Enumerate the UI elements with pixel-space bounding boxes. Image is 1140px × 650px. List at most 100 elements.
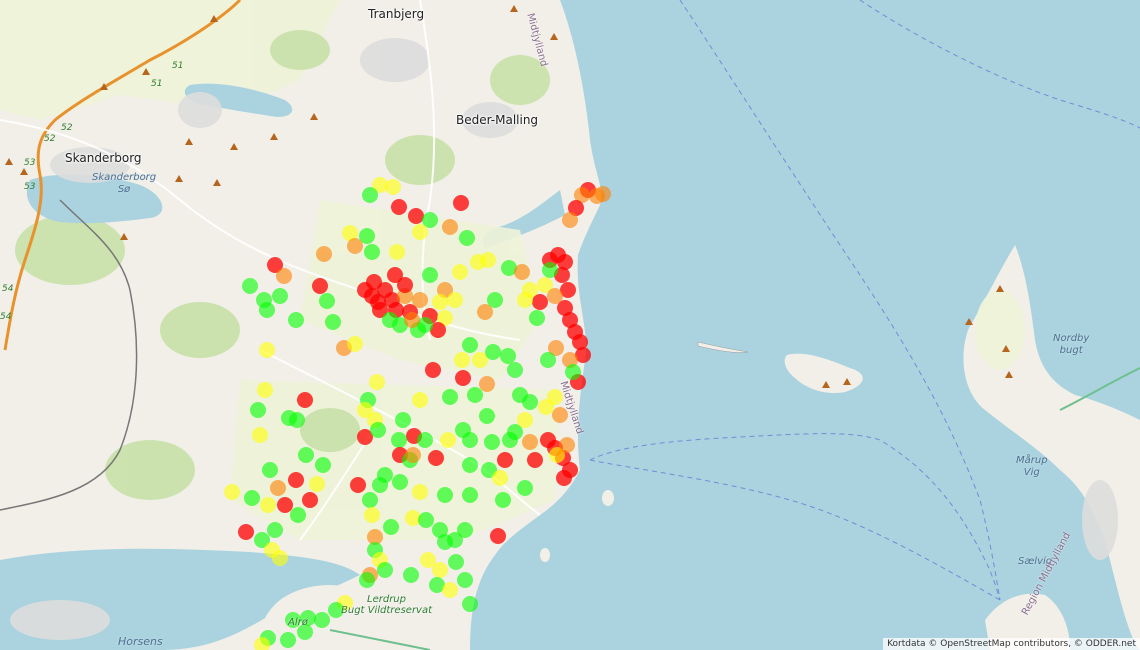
measurement-dot[interactable] [347,336,363,352]
measurement-dot[interactable] [405,447,421,463]
measurement-dot[interactable] [289,412,305,428]
measurement-dot[interactable] [487,292,503,308]
measurement-dot[interactable] [428,450,444,466]
measurement-dot[interactable] [455,370,471,386]
measurement-dot[interactable] [309,476,325,492]
measurement-dot[interactable] [417,432,433,448]
measurement-dot[interactable] [316,246,332,262]
measurement-dot[interactable] [479,408,495,424]
measurement-dot[interactable] [362,492,378,508]
measurement-dot[interactable] [452,264,468,280]
measurement-dot[interactable] [297,624,313,640]
measurement-dot[interactable] [364,507,380,523]
measurement-dot[interactable] [437,487,453,503]
measurement-dot[interactable] [500,348,516,364]
map-attribution[interactable]: Kortdata © OpenStreetMap contributors, ©… [883,638,1140,650]
measurement-dot[interactable] [382,312,398,328]
measurement-dot[interactable] [395,412,411,428]
measurement-dot[interactable] [529,310,545,326]
measurement-dot[interactable] [250,402,266,418]
measurement-dot[interactable] [238,524,254,540]
measurement-dot[interactable] [288,472,304,488]
measurement-dot[interactable] [302,492,318,508]
measurement-dot[interactable] [312,278,328,294]
measurement-dot[interactable] [595,186,611,202]
measurement-dot[interactable] [559,437,575,453]
measurement-dot[interactable] [514,264,530,280]
measurement-dot[interactable] [244,490,260,506]
measurement-dot[interactable] [288,312,304,328]
measurement-dot[interactable] [391,199,407,215]
measurement-dot[interactable] [522,394,538,410]
measurement-dot[interactable] [350,477,366,493]
measurement-dot[interactable] [462,487,478,503]
measurement-dot[interactable] [403,567,419,583]
measurement-dot[interactable] [442,219,458,235]
measurement-dot[interactable] [432,294,448,310]
measurement-dot[interactable] [442,582,458,598]
measurement-dot[interactable] [385,179,401,195]
measurement-dot[interactable] [267,522,283,538]
measurement-dot[interactable] [377,562,393,578]
measurement-dot[interactable] [370,422,386,438]
measurement-dot[interactable] [224,484,240,500]
measurement-dot[interactable] [565,364,581,380]
measurement-dot[interactable] [454,352,470,368]
measurement-dot[interactable] [467,387,483,403]
measurement-dot[interactable] [319,293,335,309]
measurement-dot[interactable] [547,389,563,405]
measurement-dot[interactable] [297,392,313,408]
measurement-dot[interactable] [328,602,344,618]
measurement-dot[interactable] [440,432,456,448]
measurement-dot[interactable] [359,572,375,588]
measurement-dot[interactable] [522,434,538,450]
measurement-dot[interactable] [492,470,508,486]
measurement-dot[interactable] [480,252,496,268]
measurement-dot[interactable] [366,274,382,290]
measurement-dot[interactable] [272,550,288,566]
measurement-dot[interactable] [425,362,441,378]
measurement-dot[interactable] [252,427,268,443]
measurement-dot[interactable] [517,480,533,496]
measurement-dot[interactable] [552,407,568,423]
measurement-dot[interactable] [383,519,399,535]
measurement-dot[interactable] [404,312,420,328]
measurement-dot[interactable] [527,452,543,468]
measurement-dot[interactable] [442,389,458,405]
measurement-dot[interactable] [280,632,296,648]
measurement-dot[interactable] [462,457,478,473]
measurement-dot[interactable] [290,507,306,523]
measurement-dot[interactable] [277,497,293,513]
measurement-dot[interactable] [270,480,286,496]
measurement-dot[interactable] [517,412,533,428]
measurement-dot[interactable] [556,470,572,486]
measurement-dot[interactable] [285,612,301,628]
measurement-dot[interactable] [362,187,378,203]
measurement-dot[interactable] [462,596,478,612]
measurement-dot[interactable] [369,374,385,390]
measurement-dot[interactable] [377,467,393,483]
measurement-dot[interactable] [276,268,292,284]
measurement-dot[interactable] [260,497,276,513]
measurement-dot[interactable] [325,314,341,330]
measurement-dot[interactable] [447,292,463,308]
measurement-dot[interactable] [453,195,469,211]
measurement-dot[interactable] [479,376,495,392]
measurement-dot[interactable] [259,302,275,318]
measurement-dot[interactable] [392,474,408,490]
measurement-dot[interactable] [412,484,428,500]
measurement-dot[interactable] [457,572,473,588]
measurement-dot[interactable] [459,230,475,246]
measurement-dot[interactable] [262,462,278,478]
measurement-dot[interactable] [315,457,331,473]
measurement-dot[interactable] [412,224,428,240]
measurement-dot[interactable] [397,277,413,293]
measurement-dot[interactable] [257,382,273,398]
measurement-dot[interactable] [389,244,405,260]
measurement-dot[interactable] [462,432,478,448]
measurement-dot[interactable] [437,534,453,550]
measurement-dot[interactable] [497,452,513,468]
measurement-dot[interactable] [490,528,506,544]
measurement-dot[interactable] [448,554,464,570]
measurement-dot[interactable] [391,432,407,448]
